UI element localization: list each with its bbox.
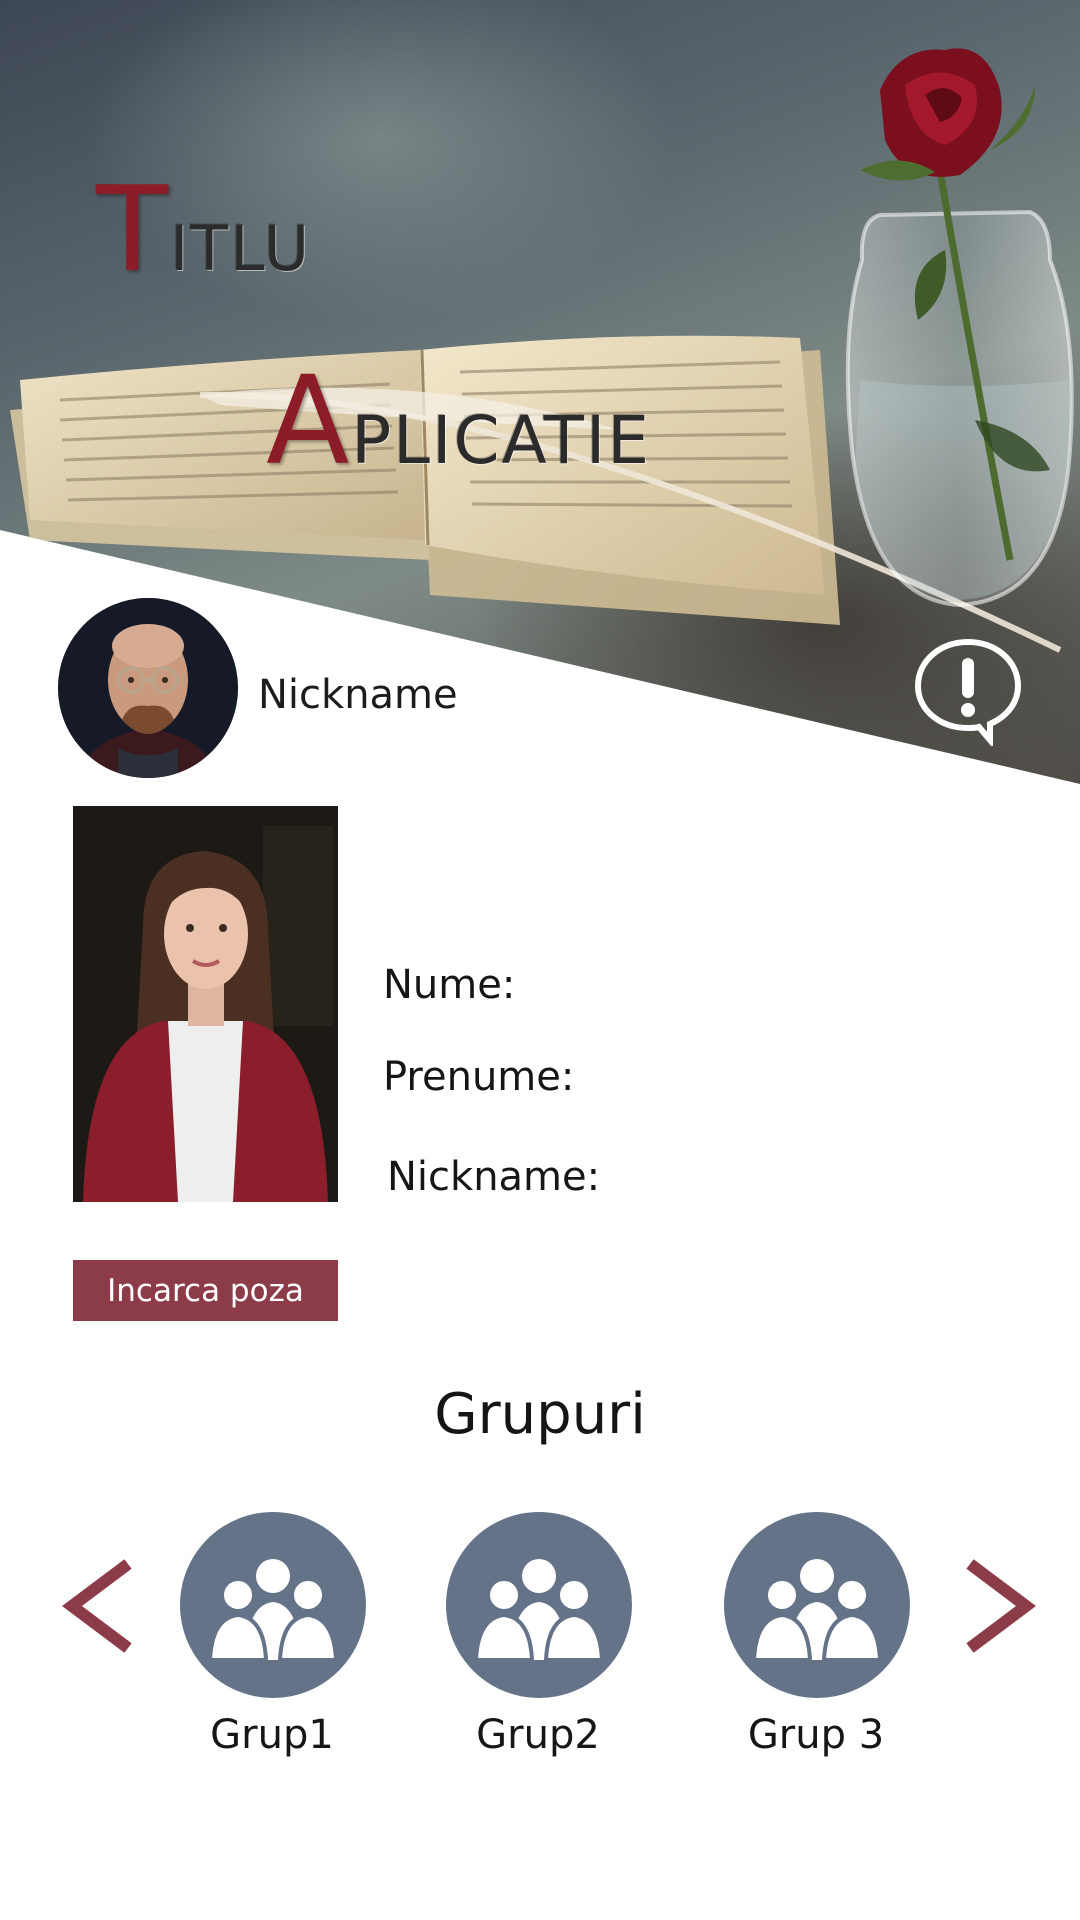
app-title-line-1: TITLU — [96, 160, 311, 298]
group-avatar — [446, 1512, 632, 1698]
title-rest-plicatie: PLICATIE — [351, 402, 652, 479]
upload-photo-button[interactable]: Incarca poza — [73, 1260, 338, 1321]
group-avatar — [180, 1512, 366, 1698]
chevron-left-icon — [62, 1559, 132, 1653]
group-users-icon — [752, 1559, 882, 1660]
groups-heading: Grupuri — [434, 1382, 646, 1447]
profile-nickname: Nickname — [258, 672, 458, 718]
title-initial-a: A — [266, 350, 352, 492]
group-label: Grup2 — [476, 1712, 600, 1758]
profile-photo-image — [73, 806, 338, 1202]
app-title-line-2: APLICATIE — [266, 350, 651, 492]
title-rest-itlu: ITLU — [170, 212, 312, 285]
profile-photo — [73, 806, 338, 1202]
group-label: Grup 3 — [747, 1712, 885, 1758]
prenume-label: Prenume: — [383, 1054, 575, 1100]
title-initial-t: T — [96, 160, 171, 298]
chevron-right-icon — [966, 1559, 1036, 1653]
alert-button[interactable] — [912, 636, 1024, 746]
avatar[interactable] — [58, 598, 238, 778]
groups-next-button[interactable] — [958, 1556, 1038, 1656]
group-item-1[interactable]: Grup1 — [152, 1512, 392, 1772]
group-label: Grup1 — [210, 1712, 334, 1758]
avatar-portrait-image — [58, 598, 238, 778]
exclamation-speech-bubble-icon — [914, 638, 1022, 746]
nickname-label: Nickname: — [387, 1154, 601, 1200]
group-avatar — [724, 1512, 910, 1698]
group-item-2[interactable]: Grup2 — [418, 1512, 658, 1772]
nume-label: Nume: — [383, 962, 516, 1008]
group-users-icon — [208, 1559, 338, 1660]
group-item-3[interactable]: Grup 3 — [696, 1512, 936, 1772]
groups-prev-button[interactable] — [60, 1556, 140, 1656]
group-users-icon — [474, 1559, 604, 1660]
